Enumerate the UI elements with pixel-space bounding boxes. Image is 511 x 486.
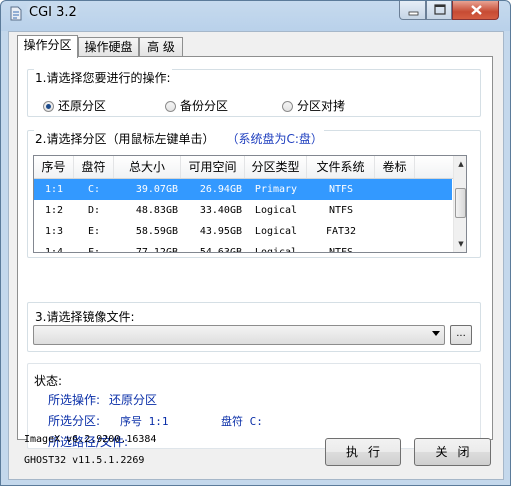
table-row[interactable]: 1:1 C: 39.07GB 26.94GB Primary NTFS (34, 179, 452, 200)
table-row[interactable]: 1:4 F: 77.12GB 54.63GB Logical NTFS (34, 242, 452, 253)
system-disk-note: （系统盘为C:盘） (232, 132, 323, 146)
col-free[interactable]: 可用空间 (181, 156, 245, 178)
ghost-version: GHOST32 v11.5.1.2269 (24, 455, 145, 466)
partition-group-label: 2.请选择分区（用鼠标左键单击） （系统盘为C:盘） (34, 130, 324, 147)
radio-icon (165, 101, 176, 112)
cell-label (375, 179, 415, 200)
status-title: 状态: (34, 374, 63, 388)
app-icon (10, 6, 22, 21)
maximize-button[interactable] (426, 1, 452, 20)
cell-label (375, 242, 415, 252)
tab-advanced[interactable]: 高 级 (139, 37, 183, 57)
cell-free: 26.94GB (199, 184, 242, 195)
close-window-button[interactable] (452, 1, 499, 20)
cell-index: 1:2 (44, 205, 64, 216)
radio-icon (282, 101, 293, 112)
col-drive[interactable]: 盘符 (74, 156, 114, 178)
cell-index: 1:1 (44, 184, 64, 195)
tab-partition[interactable]: 操作分区 (17, 35, 78, 58)
cell-type: Logical (254, 247, 298, 253)
cell-free: 43.95GB (199, 226, 242, 237)
imagex-version: ImageX v6.2.9200.16384 (24, 434, 157, 445)
close-icon (471, 5, 482, 15)
tab-disk[interactable]: 操作硬盘 (78, 37, 139, 57)
cell-total: 77.12GB (135, 247, 178, 253)
col-type[interactable]: 分区类型 (245, 156, 307, 178)
cell-total: 39.07GB (135, 184, 178, 195)
cell-fs: FAT32 (325, 226, 357, 237)
cell-drive: C: (87, 184, 101, 195)
radio-copy[interactable]: 分区对拷 (282, 97, 345, 114)
table-row[interactable]: 1:3 E: 58.59GB 43.95GB Logical FAT32 (34, 221, 452, 242)
app-window: CGI 3.2 操作分区 操作硬盘 高 级 1.请选择您要进行的操作: 还原分区 (0, 0, 511, 486)
status-operation-label: 所选操作: (48, 393, 101, 407)
close-button[interactable]: 关闭 (414, 438, 491, 466)
operation-group-label: 1.请选择您要进行的操作: (34, 69, 172, 86)
radio-restore[interactable]: 还原分区 (43, 97, 106, 114)
cell-total: 58.59GB (135, 226, 178, 237)
table-header: 序号 盘符 总大小 可用空间 分区类型 文件系统 卷标 (34, 156, 466, 179)
cell-label (375, 200, 415, 221)
scroll-thumb[interactable] (455, 188, 466, 218)
status-partition-drive: 盘符 C: (221, 415, 263, 428)
cell-type: Logical (254, 226, 298, 237)
status-partition-label: 所选分区: (48, 414, 101, 428)
maximize-icon (434, 4, 446, 15)
browse-button[interactable]: ... (450, 325, 472, 345)
status-operation-value: 还原分区 (109, 393, 158, 407)
minimize-icon (408, 11, 419, 16)
execute-button[interactable]: 执行 (325, 438, 401, 466)
chevron-down-icon (432, 331, 440, 336)
partition-table[interactable]: 序号 盘符 总大小 可用空间 分区类型 文件系统 卷标 1:1 C: 39.07GB… (33, 155, 467, 253)
cell-fs: NTFS (328, 184, 354, 195)
cell-free: 54.63GB (199, 247, 242, 253)
minimize-button[interactable] (399, 1, 426, 20)
cell-label (375, 221, 415, 242)
partition-group: 2.请选择分区（用鼠标左键单击） （系统盘为C:盘） 序号 盘符 总大小 可用空间… (27, 130, 481, 258)
cell-index: 1:3 (44, 226, 64, 237)
table-scrollbar[interactable]: ▲ ▼ (453, 156, 466, 252)
cell-fs: NTFS (328, 205, 354, 216)
cell-free: 33.40GB (199, 205, 242, 216)
operation-group: 1.请选择您要进行的操作: 还原分区 备份分区 分区对拷 (27, 69, 481, 117)
radio-backup[interactable]: 备份分区 (165, 97, 228, 114)
col-total[interactable]: 总大小 (114, 156, 181, 178)
scroll-up-icon[interactable]: ▲ (454, 156, 466, 172)
tab-panel: 1.请选择您要进行的操作: 还原分区 备份分区 分区对拷 2.请选择分区（用鼠标… (17, 56, 493, 449)
col-fs[interactable]: 文件系统 (307, 156, 375, 178)
client-area: 操作分区 操作硬盘 高 级 1.请选择您要进行的操作: 还原分区 备份分区 分区… (8, 31, 504, 480)
scroll-down-icon[interactable]: ▼ (454, 236, 466, 252)
image-group: 3.请选择镜像文件: ... (27, 302, 481, 352)
title-bar[interactable]: CGI 3.2 (1, 1, 510, 27)
cell-drive: E: (87, 226, 101, 237)
cell-drive: D: (87, 205, 101, 216)
radio-selected-icon (43, 101, 54, 112)
cell-drive: F: (87, 247, 101, 253)
cell-type: Logical (254, 205, 298, 216)
cell-fs: NTFS (328, 247, 354, 253)
col-index[interactable]: 序号 (34, 156, 74, 178)
col-label[interactable]: 卷标 (375, 156, 415, 178)
image-group-label: 3.请选择镜像文件: (34, 308, 136, 325)
window-title: CGI 3.2 (29, 5, 77, 20)
table-row[interactable]: 1:2 D: 48.83GB 33.40GB Logical NTFS (34, 200, 452, 221)
status-partition-no: 序号 1:1 (120, 415, 169, 428)
cell-index: 1:4 (44, 247, 64, 253)
cell-total: 48.83GB (135, 205, 178, 216)
image-file-combobox[interactable] (33, 325, 445, 345)
cell-type: Primary (254, 184, 298, 195)
